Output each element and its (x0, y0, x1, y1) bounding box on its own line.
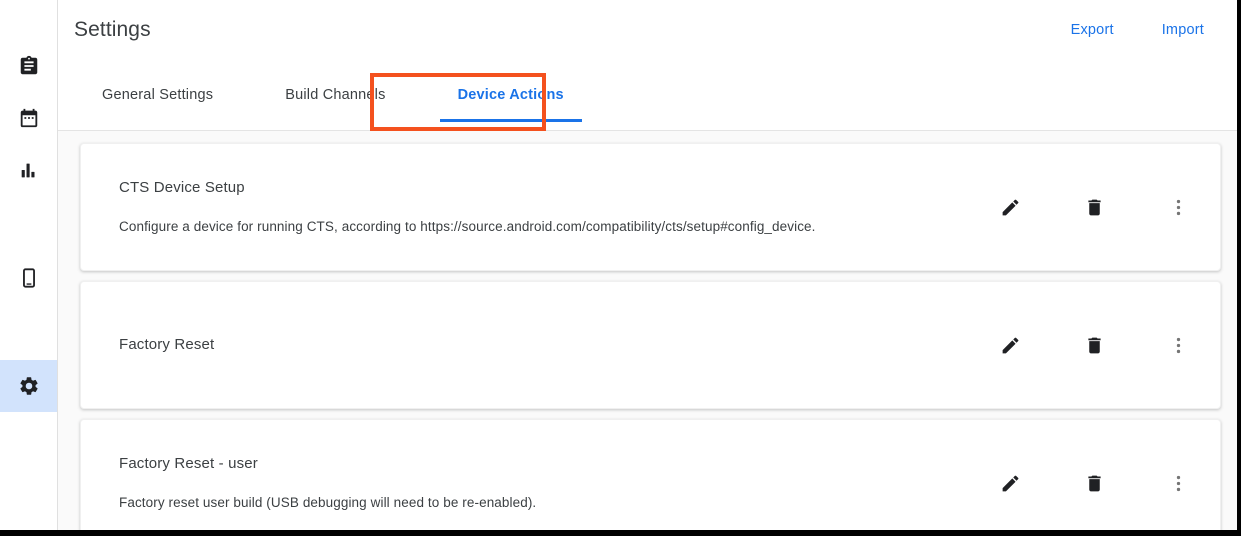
pencil-icon (1000, 197, 1021, 218)
delete-button[interactable] (1070, 321, 1118, 369)
device-action-card[interactable]: Factory Reset - user Factory reset user … (80, 419, 1221, 530)
pencil-icon (1000, 473, 1021, 494)
phone-icon (18, 267, 40, 289)
more-options-button[interactable] (1154, 459, 1202, 507)
sidebar-item-test-runs[interactable] (0, 40, 57, 92)
trash-icon (1084, 335, 1105, 356)
more-options-button[interactable] (1154, 321, 1202, 369)
gear-icon (18, 375, 40, 397)
trash-icon (1084, 473, 1105, 494)
card-title: Factory Reset (119, 336, 215, 353)
more-options-button[interactable] (1154, 183, 1202, 231)
device-actions-list: CTS Device Setup Configure a device for … (58, 131, 1237, 530)
page-header: Settings Export Import (58, 0, 1237, 60)
sidebar-item-reports[interactable] (0, 144, 57, 196)
card-actions (986, 321, 1202, 369)
delete-button[interactable] (1070, 183, 1118, 231)
card-description: Configure a device for running CTS, acco… (119, 219, 816, 234)
card-body: Factory Reset (119, 335, 986, 355)
clipboard-icon (18, 55, 40, 77)
more-vertical-icon (1168, 197, 1189, 218)
tab-device-actions[interactable]: Device Actions (430, 60, 592, 130)
sidebar-item-settings[interactable] (0, 360, 57, 412)
card-description: Factory reset user build (USB debugging … (119, 495, 537, 510)
page-title: Settings (74, 18, 151, 41)
card-actions (986, 459, 1202, 507)
card-actions (986, 183, 1202, 231)
tab-bar: General Settings Build Channels Device A… (58, 60, 1237, 131)
import-button[interactable]: Import (1162, 22, 1204, 38)
pencil-icon (1000, 335, 1021, 356)
edit-button[interactable] (986, 459, 1034, 507)
card-body: Factory Reset - user Factory reset user … (119, 454, 986, 512)
sidebar-item-devices[interactable] (0, 252, 57, 304)
tab-build-channels[interactable]: Build Channels (257, 60, 413, 130)
card-title: CTS Device Setup (119, 179, 245, 196)
device-action-card[interactable]: CTS Device Setup Configure a device for … (80, 143, 1221, 271)
more-vertical-icon (1168, 335, 1189, 356)
card-body: CTS Device Setup Configure a device for … (119, 178, 986, 236)
header-actions: Export Import (1071, 22, 1221, 38)
more-vertical-icon (1168, 473, 1189, 494)
trash-icon (1084, 197, 1105, 218)
sidebar-item-schedule[interactable] (0, 92, 57, 144)
tab-general-settings[interactable]: General Settings (74, 60, 241, 130)
main-panel: Settings Export Import General Settings … (58, 0, 1237, 530)
edit-button[interactable] (986, 321, 1034, 369)
edit-button[interactable] (986, 183, 1034, 231)
export-button[interactable]: Export (1071, 22, 1114, 38)
bar-chart-icon (18, 159, 40, 181)
calendar-icon (18, 107, 40, 129)
device-action-card[interactable]: Factory Reset (80, 281, 1221, 409)
sidebar-nav (0, 0, 58, 530)
delete-button[interactable] (1070, 459, 1118, 507)
card-title: Factory Reset - user (119, 455, 258, 472)
app-window: Settings Export Import General Settings … (0, 0, 1241, 536)
